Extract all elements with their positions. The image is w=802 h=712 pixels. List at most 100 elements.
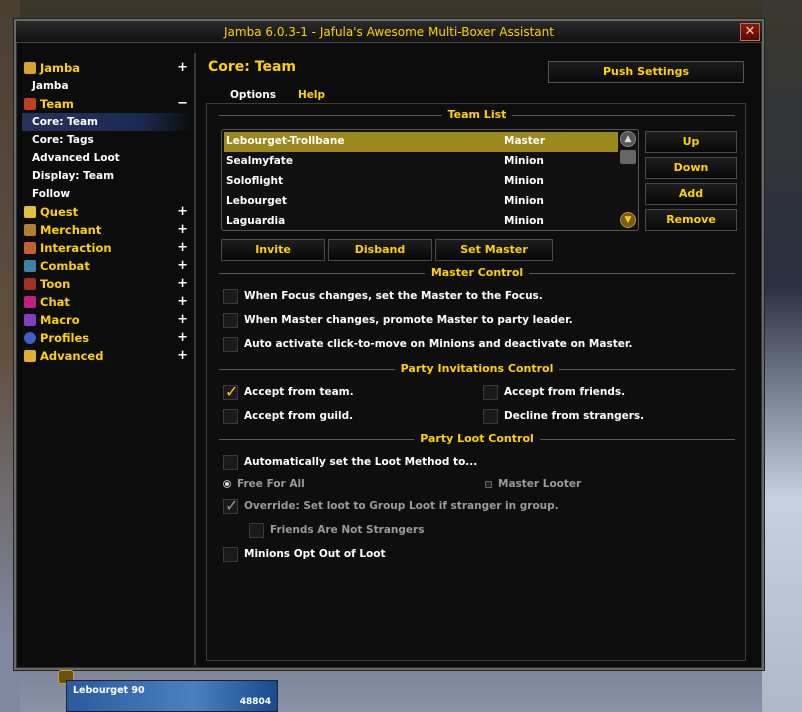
expand-icon[interactable]: + [177, 312, 188, 327]
decline-strangers-checkbox[interactable]: Decline from strangers. [483, 408, 644, 424]
accept-team-checkbox[interactable]: ✓ Accept from team. [223, 382, 354, 401]
nav-group-macro[interactable]: Macro + [22, 311, 192, 329]
minions-opt-out-checkbox[interactable]: Minions Opt Out of Loot [223, 546, 385, 562]
checkmark-icon: ✓ [225, 495, 239, 515]
nav-item-display-team[interactable]: Display: Team [22, 167, 192, 185]
down-button[interactable]: Down [645, 157, 737, 179]
nav-group-combat[interactable]: Combat + [22, 257, 192, 275]
accept-friends-checkbox[interactable]: Accept from friends. [483, 384, 625, 400]
checkbox-label: Override: Set loot to Group Loot if stra… [244, 500, 559, 512]
checkbox[interactable] [223, 336, 238, 352]
checkbox[interactable] [223, 408, 238, 424]
expand-icon[interactable]: + [177, 294, 188, 309]
checkbox[interactable] [223, 454, 238, 470]
jamba-options-window: Jamba 6.0.3-1 - Jafula's Awesome Multi-B… [14, 19, 764, 670]
nav-group-advanced[interactable]: Advanced + [22, 347, 192, 365]
scroll-up-icon[interactable]: ▲ [620, 131, 636, 147]
merchant-icon [24, 224, 36, 236]
remove-button[interactable]: Remove [645, 209, 737, 231]
nav-group-profiles[interactable]: Profiles + [22, 329, 192, 347]
nav-item-core-tags[interactable]: Core: Tags [22, 131, 192, 149]
radio-label: Free For All [237, 478, 305, 490]
nav-group-merchant[interactable]: Merchant + [22, 221, 192, 239]
free-for-all-radio[interactable]: Free For All [223, 476, 305, 492]
nav-group-interaction[interactable]: Interaction + [22, 239, 192, 257]
friends-not-strangers-checkbox[interactable]: Friends Are Not Strangers [249, 522, 424, 538]
checkbox[interactable] [483, 408, 498, 424]
scrollbar-thumb[interactable] [620, 150, 636, 164]
nav-item-follow[interactable]: Follow [22, 185, 192, 203]
focus-master-checkbox[interactable]: When Focus changes, set the Master to th… [223, 288, 543, 304]
add-button[interactable]: Add [645, 183, 737, 205]
team-list: Lebourget-Trollbane Master Sealmyfate Mi… [221, 129, 639, 231]
expand-icon[interactable]: + [177, 330, 188, 345]
chat-icon [24, 296, 36, 308]
checkbox-label: Accept from friends. [504, 386, 626, 398]
scroll-down-icon[interactable]: ▼ [620, 212, 636, 228]
options-panel: Team List Lebourget-Trollbane Master Sea… [206, 103, 746, 661]
party-invitations-heading-text: Party Invitations Control [394, 362, 560, 375]
radio-label: Master Looter [498, 478, 582, 490]
team-member-name: Soloflight [226, 175, 283, 187]
team-member-role: Master [504, 135, 546, 147]
tab-options[interactable]: Options [230, 89, 276, 101]
checkbox-label: Decline from strangers. [504, 410, 645, 422]
master-control-heading: Master Control [219, 266, 735, 280]
checkbox[interactable] [223, 312, 238, 328]
checkbox[interactable]: ✓ [223, 495, 239, 515]
nav-group-quest[interactable]: Quest + [22, 203, 192, 221]
expand-icon[interactable]: + [177, 276, 188, 291]
nav-group-chat[interactable]: Chat + [22, 293, 192, 311]
expand-icon[interactable]: + [177, 258, 188, 273]
accept-guild-checkbox[interactable]: Accept from guild. [223, 408, 353, 424]
macro-icon [24, 314, 36, 326]
jamba-icon [24, 62, 36, 74]
team-member-role: Minion [504, 175, 544, 187]
expand-icon[interactable]: + [177, 240, 188, 255]
invite-button[interactable]: Invite [221, 239, 325, 261]
close-button[interactable]: ✕ [740, 23, 760, 41]
team-row[interactable]: Sealmyfate Minion [224, 152, 618, 172]
nav-group-jamba[interactable]: Jamba + [22, 59, 192, 77]
auto-loot-method-checkbox[interactable]: Automatically set the Loot Method to... [223, 454, 477, 470]
up-button[interactable]: Up [645, 131, 737, 153]
tab-help[interactable]: Help [298, 89, 325, 101]
checkbox[interactable] [223, 546, 238, 562]
team-row[interactable]: Lebourget Minion [224, 192, 618, 212]
team-row[interactable]: Laguardia Minion [224, 212, 618, 230]
checkbox-label: When Focus changes, set the Master to th… [244, 290, 543, 302]
set-master-button[interactable]: Set Master [435, 239, 553, 261]
nav-group-team[interactable]: Team − [22, 95, 192, 113]
expand-icon[interactable]: + [177, 60, 188, 75]
nav-group-label: Combat [40, 259, 90, 273]
team-row[interactable]: Lebourget-Trollbane Master [224, 132, 618, 152]
nav-group-toon[interactable]: Toon + [22, 275, 192, 293]
radio[interactable] [223, 480, 231, 488]
radio[interactable] [485, 480, 492, 488]
unit-frame[interactable]: Lebourget 90 48804 [66, 680, 278, 712]
nav-group-label: Jamba [40, 61, 81, 75]
nav-item-core-team[interactable]: Core: Team [22, 113, 192, 131]
nav-item-jamba[interactable]: Jamba [22, 77, 192, 95]
click-to-move-checkbox[interactable]: Auto activate click-to-move on Minions a… [223, 336, 633, 352]
nav-item-advanced-loot[interactable]: Advanced Loot [22, 149, 192, 167]
advanced-icon [24, 350, 36, 362]
collapse-icon[interactable]: − [177, 96, 188, 111]
expand-icon[interactable]: + [177, 222, 188, 237]
disband-button[interactable]: Disband [328, 239, 432, 261]
checkbox[interactable] [223, 288, 238, 304]
team-row[interactable]: Soloflight Minion [224, 172, 618, 192]
promote-master-checkbox[interactable]: When Master changes, promote Master to p… [223, 312, 573, 328]
master-looter-radio[interactable]: Master Looter [485, 476, 581, 492]
expand-icon[interactable]: + [177, 204, 188, 219]
checkbox[interactable] [483, 384, 498, 400]
checkbox[interactable]: ✓ [223, 382, 238, 401]
nav-group-label: Quest [40, 205, 79, 219]
push-settings-button[interactable]: Push Settings [548, 61, 744, 83]
sidebar-divider[interactable] [194, 53, 196, 665]
nav-group-label: Macro [40, 313, 80, 327]
interaction-icon [24, 242, 36, 254]
expand-icon[interactable]: + [177, 348, 188, 363]
checkbox[interactable] [249, 522, 264, 538]
override-group-loot-checkbox[interactable]: ✓ Override: Set loot to Group Loot if st… [223, 495, 559, 515]
